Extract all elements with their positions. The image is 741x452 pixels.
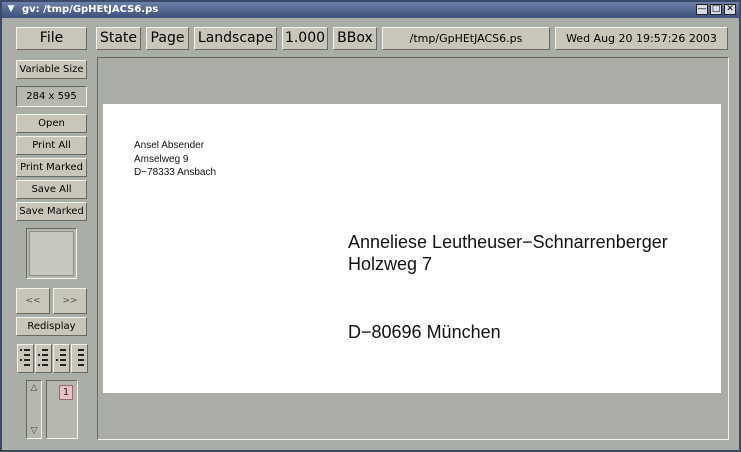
panner[interactable] [26,228,77,279]
close-icon[interactable]: ✕ [724,4,736,15]
scale-button[interactable]: 1.000 [282,27,328,50]
mark-current-page-icon[interactable] [53,344,70,373]
maximize-icon[interactable]: □ [710,4,722,15]
recipient-city: D−80696 München [348,322,501,342]
save-all-button[interactable]: Save All [16,180,87,199]
unmark-all-pages-icon[interactable] [71,344,88,373]
sender-street: Amselweg 9 [134,153,189,165]
sender-name: Ansel Absender [134,140,205,151]
page-button[interactable]: Page [146,27,189,50]
panner-slider[interactable] [29,231,74,276]
orientation-button[interactable]: Landscape [194,27,277,50]
file-button[interactable]: File [16,27,87,50]
filename-label: /tmp/GpHEtJACS6.ps [382,27,550,50]
page-list-item[interactable]: 1 [59,385,73,400]
print-marked-button[interactable]: Print Marked [16,158,87,177]
sender-city: D−78333 Ansbach [134,167,217,178]
prev-page-button[interactable]: << [16,288,50,314]
mark-even-pages-icon[interactable] [35,344,52,373]
page-list[interactable]: 1 [46,380,78,439]
redisplay-button[interactable]: Redisplay [16,317,87,336]
document-page: Ansel Absender Amselweg 9 D−78333 Ansbac… [103,104,721,393]
next-page-button[interactable]: >> [53,288,87,314]
open-button[interactable]: Open [16,114,87,133]
window-title: gv: /tmp/GpHEtJACS6.ps [22,4,159,15]
size-mode-button[interactable]: Variable Size [16,60,87,79]
state-button[interactable]: State [96,27,141,50]
chevron-down-icon[interactable]: ▼ [5,4,17,15]
title-bar[interactable]: ▼ gv: /tmp/GpHEtJACS6.ps — □ ✕ [2,2,739,18]
bbox-button[interactable]: BBox [333,27,377,50]
scroll-up-icon[interactable]: △ [28,382,40,394]
minimize-icon[interactable]: — [696,4,708,15]
mark-odd-pages-icon[interactable] [17,344,34,373]
print-all-button[interactable]: Print All [16,136,87,155]
page-list-scrollbar[interactable]: △ ▽ [26,380,42,439]
datetime-label: Wed Aug 20 19:57:26 2003 [555,27,728,50]
recipient-street: Holzweg 7 [348,254,433,274]
recipient-address: Anneliese Leutheuser−Schnarrenberger Hol… [348,231,668,275]
save-marked-button[interactable]: Save Marked [16,202,87,221]
dimensions-label: 284 x 595 [16,86,87,107]
recipient-name: Anneliese Leutheuser−Schnarrenberger [348,232,668,252]
sender-address: Ansel Absender Amselweg 9 D−78333 Ansbac… [134,139,216,180]
scroll-down-icon[interactable]: ▽ [28,425,40,437]
gv-window: ▼ gv: /tmp/GpHEtJACS6.ps — □ ✕ File Stat… [0,0,741,452]
